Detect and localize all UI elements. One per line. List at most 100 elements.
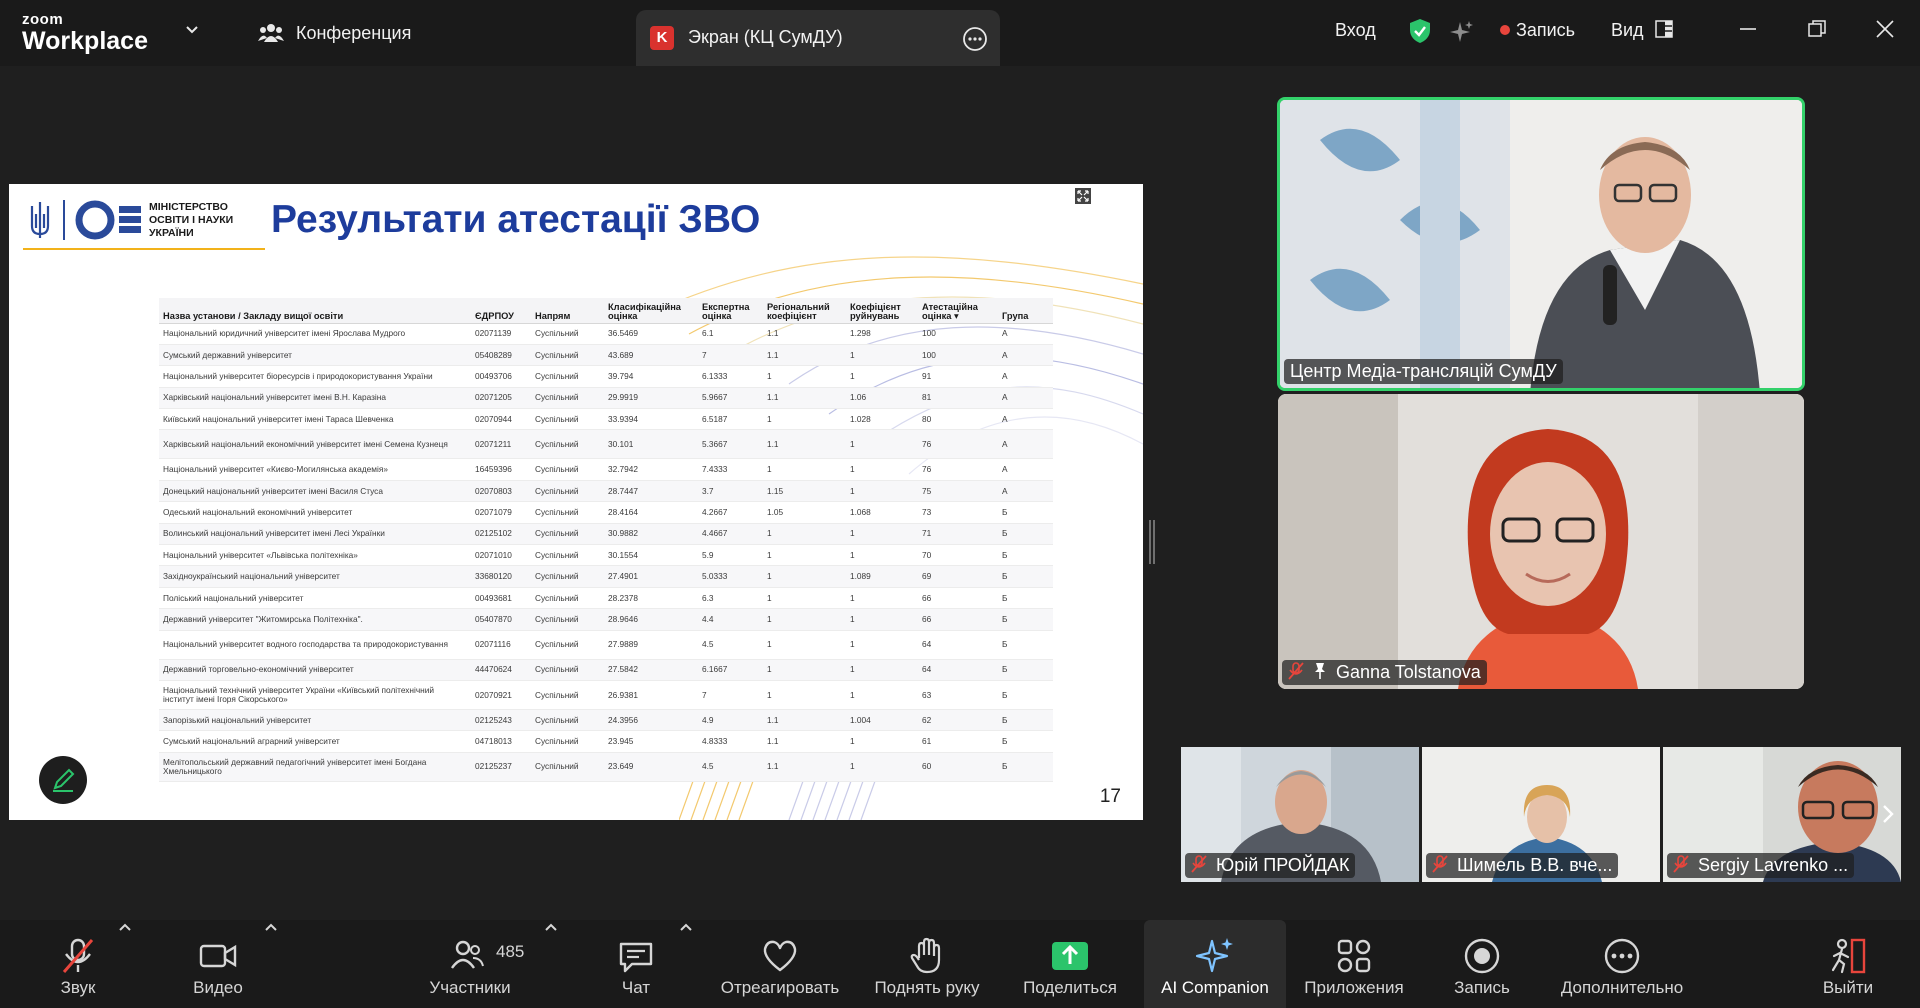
table-cell: 5.0333 [698,565,763,588]
table-cell: 05408289 [471,344,531,367]
participant-name: Шимель В.В. вче... [1426,853,1619,878]
table-row: Мелітопольський державний педагогічний у… [159,752,1053,782]
table-cell: 30.9882 [604,523,698,546]
chevron-up-icon[interactable] [679,920,693,934]
table-cell: 33680120 [471,565,531,588]
table-header-row: Назва установи / Закладу вищої освіти ЄД… [159,298,1053,324]
share-tab-title: Экран (КЦ СумДУ) [688,27,843,47]
attestation-table: Назва установи / Закладу вищої освіти ЄД… [159,298,1053,782]
table-cell: 23.945 [604,730,698,753]
table-cell: 1 [846,730,918,753]
table-cell: 64 [918,659,998,681]
shared-screen[interactable]: МІНІСТЕРСТВО ОСВІТИ І НАУКИ УКРАЇНИ Резу… [9,184,1143,820]
meeting-info-button[interactable]: Конференция [258,22,411,44]
table-cell: Суспільний [531,544,604,567]
expand-icon[interactable] [1075,188,1091,204]
audio-button[interactable]: Звук [40,920,116,1008]
pencil-icon [53,768,75,792]
annotate-button[interactable] [39,756,87,804]
table-cell: 1.15 [763,480,846,503]
table-cell: 69 [918,565,998,588]
react-button[interactable]: Отреагировать [712,920,848,1008]
apps-button[interactable]: Приложения [1296,920,1412,1008]
table-cell: 02070944 [471,408,531,431]
table-row: Державний університет "Житомирська Політ… [159,608,1053,631]
table-cell: Суспільний [531,344,604,367]
video-tile-participant[interactable]: Sergiy Lavrenko ... [1663,747,1901,882]
table-cell: 30.101 [604,429,698,460]
slide-number: 17 [1099,786,1121,807]
raise-hand-button[interactable]: Поднять руку [862,920,992,1008]
table-cell: 80 [918,408,998,431]
share-tab[interactable]: K Экран (КЦ СумДУ) [636,10,1000,66]
table-cell: 1.1 [763,387,846,410]
table-cell: 1 [846,544,918,567]
minimize-icon[interactable] [1737,18,1759,40]
more-options-icon[interactable] [962,26,988,52]
table-cell: Суспільний [531,608,604,631]
table-cell: 61 [918,730,998,753]
video-tile-participant[interactable]: Шимель В.В. вче... [1422,747,1660,882]
chat-button[interactable]: Чат [600,920,672,1008]
video-label: Видео [193,978,243,997]
resize-handle[interactable] [1148,520,1156,564]
participants-button[interactable]: 485 Участники [420,920,524,1008]
table-cell: Б [998,523,1053,546]
table-cell: Харківський національний економічний уні… [159,429,471,460]
chevron-up-icon[interactable] [544,920,558,934]
table-cell: Національний університет «Києво-Могилянс… [159,458,471,481]
video-tile-participant[interactable]: Юрій ПРОЙДАК [1181,747,1419,882]
close-icon[interactable] [1874,18,1896,40]
table-cell: 100 [918,323,998,345]
view-button[interactable]: Вид [1611,20,1673,41]
table-cell: 1 [846,587,918,610]
table-cell: Суспільний [531,429,604,460]
table-cell: 43.689 [604,344,698,367]
signin-button[interactable]: Вход [1335,20,1376,41]
leave-button[interactable]: Выйти [1808,920,1888,1008]
table-cell: Б [998,680,1053,710]
table-cell: Суспільний [531,752,604,782]
table-cell: Суспільний [531,730,604,753]
restore-icon[interactable] [1806,18,1828,40]
share-button[interactable]: Поделиться [1014,920,1126,1008]
col-expert: Експертна оцінка [698,298,763,324]
chevron-down-icon[interactable] [184,22,200,38]
table-cell: 24.3956 [604,709,698,732]
chevron-up-icon[interactable] [118,920,132,934]
ministry-line-1: МІНІСТЕРСТВО [149,200,228,213]
table-cell: 6.5187 [698,408,763,431]
chevron-right-icon[interactable] [1881,803,1895,825]
recording-indicator[interactable]: Запись [1500,20,1575,41]
table-cell: Київський національний університет імені… [159,408,471,431]
ai-companion-button[interactable]: AI Companion [1144,920,1286,1008]
video-tile-speaker[interactable]: Центр Медіа-трансляцій СумДУ [1277,97,1805,391]
table-cell: Суспільний [531,565,604,588]
table-cell: Суспільний [531,709,604,732]
table-cell: 02125237 [471,752,531,782]
mon-logo-icon [75,200,141,240]
video-tile-participant[interactable]: Ganna Tolstanova [1278,394,1804,689]
shield-check-icon[interactable] [1408,18,1432,44]
table-row: Сумський національний аграрний університ… [159,730,1053,753]
record-button[interactable]: Запись [1440,920,1524,1008]
ministry-logo: МІНІСТЕРСТВО ОСВІТИ І НАУКИ УКРАЇНИ [27,198,233,242]
table-cell: 63 [918,680,998,710]
table-cell: 36.5469 [604,323,698,345]
react-label: Отреагировать [720,978,840,997]
table-cell: А [998,387,1053,410]
table-cell: Суспільний [531,587,604,610]
table-cell: 1.1 [763,709,846,732]
video-button[interactable]: Видео [180,920,256,1008]
table-cell: 6.1 [698,323,763,345]
table-cell: 02071205 [471,387,531,410]
col-regional: Регіональний коефіцієнт [763,298,846,324]
chevron-up-icon[interactable] [264,920,278,934]
more-button[interactable]: Дополнительно [1552,920,1692,1008]
table-cell: 1.05 [763,501,846,524]
chat-label: Чат [621,978,651,997]
sparkle-icon[interactable] [1450,20,1474,44]
table-cell: 64 [918,630,998,660]
table-row: Національний університет водного господа… [159,630,1053,660]
table-cell: 6.1333 [698,365,763,388]
